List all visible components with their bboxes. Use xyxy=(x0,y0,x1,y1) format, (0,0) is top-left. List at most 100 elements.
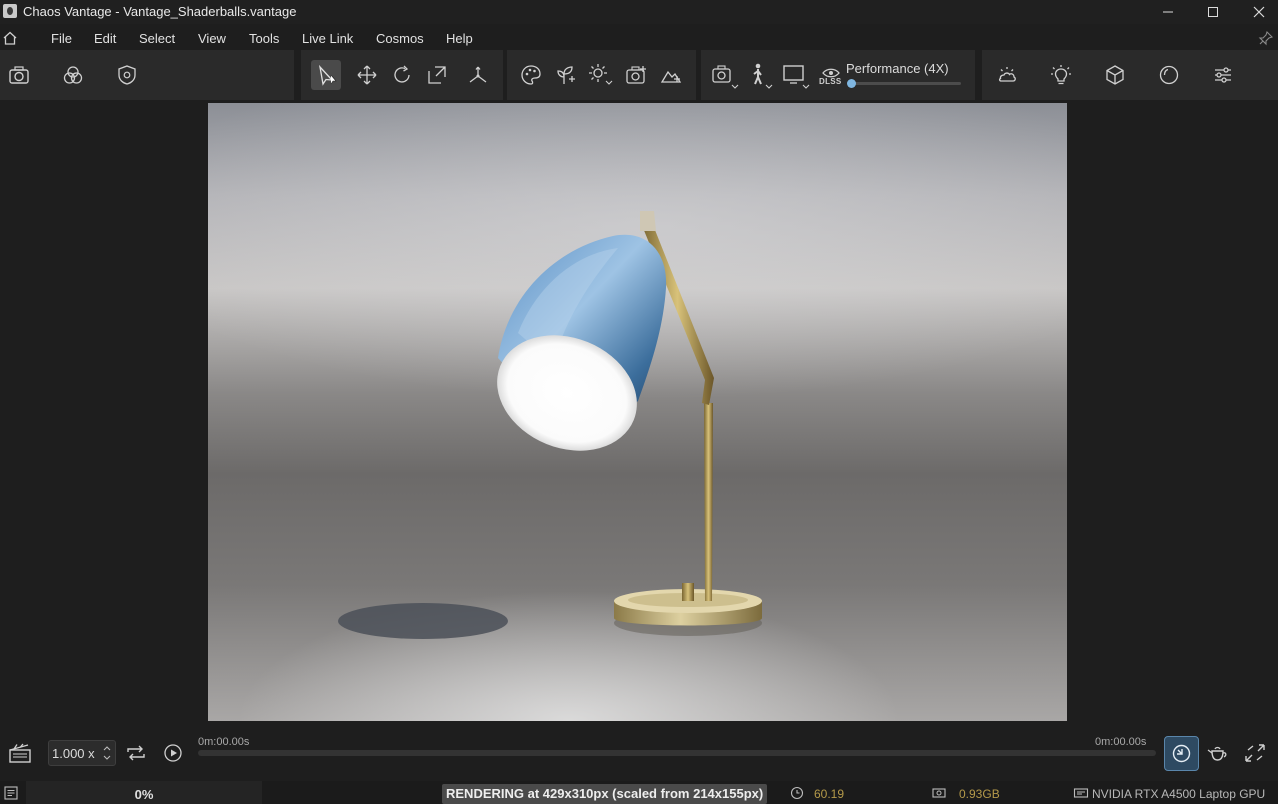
display-button[interactable] xyxy=(780,60,810,90)
timeline-start-time: 0m:00.00s xyxy=(198,736,250,748)
toolbar-left-group xyxy=(0,50,294,100)
loop-icon xyxy=(127,745,145,761)
camera-icon xyxy=(9,66,29,84)
play-button[interactable] xyxy=(163,743,183,763)
add-light-icon xyxy=(589,64,613,85)
materials-button[interactable] xyxy=(516,60,546,90)
scale-tool-button[interactable] xyxy=(422,60,452,90)
color-balance-icon xyxy=(63,66,83,84)
animation-button[interactable] xyxy=(8,741,32,765)
pivot-icon xyxy=(469,66,487,83)
settings-button[interactable] xyxy=(1208,60,1238,90)
render-viewport[interactable] xyxy=(208,103,1067,721)
menu-select[interactable]: Select xyxy=(139,31,175,46)
display-icon xyxy=(783,65,810,89)
playback-speed-value: 1.000 x xyxy=(52,746,95,761)
gpu-name: NVIDIA RTX A4500 Laptop GPU xyxy=(1092,787,1266,801)
minimize-button[interactable] xyxy=(1145,0,1191,24)
home-icon xyxy=(3,31,17,45)
teapot-icon xyxy=(1207,746,1227,761)
home-button[interactable] xyxy=(2,30,18,46)
timeline-end-time: 0m:00.00s xyxy=(1095,736,1147,748)
camera-mode-icon xyxy=(712,65,739,89)
menu-bar xyxy=(0,24,1278,50)
cube-icon xyxy=(1106,65,1124,85)
timeline-scrubber[interactable] xyxy=(198,750,1156,756)
camera-mode-button[interactable] xyxy=(709,60,739,90)
rotate-icon xyxy=(394,65,410,83)
menu-view[interactable]: View xyxy=(198,31,226,46)
add-camera-icon xyxy=(626,66,646,84)
gpu-icon-wrap xyxy=(1073,786,1089,800)
play-icon xyxy=(164,744,182,762)
walk-mode-button[interactable] xyxy=(744,60,774,90)
pin-icon xyxy=(1258,30,1274,46)
render-progress: 0% xyxy=(26,781,262,804)
add-plant-icon xyxy=(557,66,575,84)
menu-tools[interactable]: Tools xyxy=(249,31,279,46)
environment-icon xyxy=(998,67,1016,82)
maximize-icon xyxy=(1208,7,1218,17)
scale-icon xyxy=(428,66,446,84)
sphere-icon xyxy=(1159,65,1179,85)
shield-gear-icon xyxy=(118,65,136,85)
expand-icon xyxy=(1245,744,1265,762)
add-plant-button[interactable] xyxy=(551,60,581,90)
select-arrow-icon xyxy=(318,64,337,86)
move-icon xyxy=(357,65,377,85)
rotate-tool-button[interactable] xyxy=(387,60,417,90)
stepper-arrows-icon xyxy=(103,746,111,760)
gpu-memory-value: 0.93GB xyxy=(959,787,1000,801)
render-camera-button[interactable] xyxy=(4,60,34,90)
dlss-badge: DLSS xyxy=(819,77,842,86)
fps-value: 60.19 xyxy=(814,787,845,801)
maximize-button[interactable] xyxy=(1190,0,1236,24)
menu-help[interactable]: Help xyxy=(446,31,473,46)
add-terrain-button[interactable] xyxy=(656,60,686,90)
sync-icon xyxy=(1172,744,1191,763)
log-icon xyxy=(4,786,18,800)
desk-lamp-render xyxy=(338,211,762,639)
select-tool-button[interactable] xyxy=(311,60,341,90)
environment-button[interactable] xyxy=(992,60,1022,90)
move-tool-button[interactable] xyxy=(352,60,382,90)
memory-icon xyxy=(932,788,946,798)
shield-settings-button[interactable] xyxy=(112,60,142,90)
lights-button[interactable] xyxy=(1046,60,1076,90)
app-logo-icon xyxy=(3,4,17,18)
pin-button[interactable] xyxy=(1258,30,1274,46)
expand-button[interactable] xyxy=(1243,742,1267,764)
palette-icon xyxy=(521,65,541,85)
log-button[interactable] xyxy=(4,786,18,800)
close-icon xyxy=(1253,6,1265,18)
clapperboard-icon xyxy=(9,743,31,763)
close-button[interactable] xyxy=(1236,0,1278,24)
memory-icon-wrap xyxy=(931,786,947,800)
light-bulb-icon xyxy=(1051,65,1071,85)
menu-live-link[interactable]: Live Link xyxy=(302,31,353,46)
add-camera-button[interactable] xyxy=(621,60,651,90)
pivot-tool-button[interactable] xyxy=(463,60,493,90)
clock-icon xyxy=(790,786,804,800)
minimize-icon xyxy=(1163,11,1173,13)
performance-slider[interactable] xyxy=(847,79,961,88)
performance-label: Performance (4X) xyxy=(846,61,949,76)
fps-icon-wrap xyxy=(790,786,804,800)
teapot-button[interactable] xyxy=(1206,742,1230,764)
add-light-button[interactable] xyxy=(586,60,616,90)
sync-viewport-button[interactable] xyxy=(1164,736,1199,771)
menu-file[interactable]: File xyxy=(51,31,72,46)
settings-sliders-icon xyxy=(1215,67,1231,83)
objects-button[interactable] xyxy=(1100,60,1130,90)
window-title: Chaos Vantage - Vantage_Shaderballs.vant… xyxy=(23,4,297,19)
menu-cosmos[interactable]: Cosmos xyxy=(376,31,424,46)
loop-button[interactable] xyxy=(124,742,148,764)
menu-edit[interactable]: Edit xyxy=(94,31,116,46)
color-balance-button[interactable] xyxy=(58,60,88,90)
walk-mode-icon xyxy=(753,63,773,89)
rendering-status-badge: RENDERING at 429x310px (scaled from 214x… xyxy=(442,784,768,804)
materials-sphere-button[interactable] xyxy=(1154,60,1184,90)
add-terrain-icon xyxy=(660,70,682,83)
gpu-card-icon xyxy=(1073,788,1089,798)
speed-stepper[interactable] xyxy=(102,743,112,763)
